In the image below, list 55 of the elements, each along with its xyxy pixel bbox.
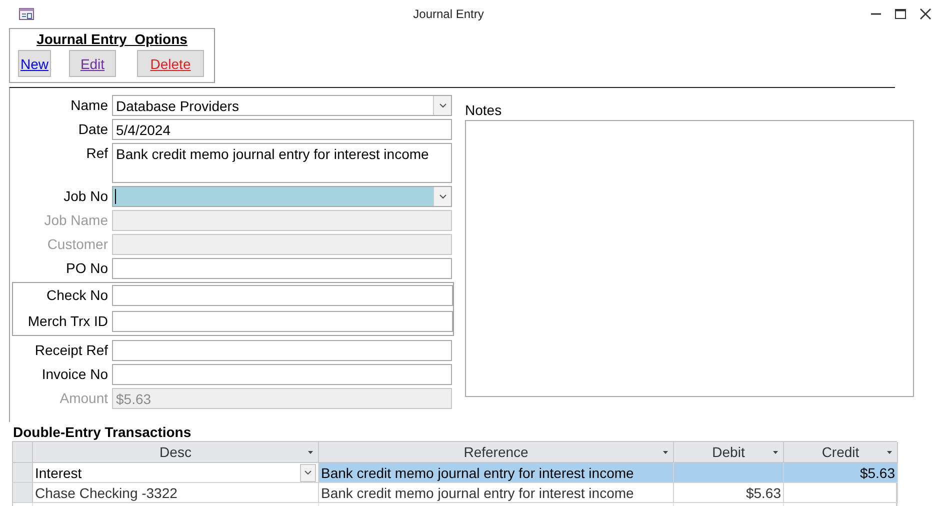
chevron-down-icon <box>438 101 448 110</box>
field-label: Ref <box>85 144 108 163</box>
maximize-icon[interactable] <box>895 8 906 20</box>
section-heading: Double-Entry Transactions <box>13 424 192 441</box>
input-field[interactable] <box>112 311 453 332</box>
field-label: Name <box>70 96 108 115</box>
delete-button[interactable]: Delete <box>137 50 204 77</box>
column-header[interactable]: Debit <box>674 442 784 463</box>
field-label: Customer <box>46 235 108 254</box>
field-label: Invoice No <box>40 365 108 384</box>
chevron-down-icon <box>303 468 313 477</box>
chevron-down-icon <box>438 192 448 201</box>
input-field[interactable] <box>112 364 452 385</box>
window-title: Journal Entry <box>412 7 485 21</box>
dropdown-button[interactable] <box>433 96 451 115</box>
memo-field[interactable]: Bank credit memo journal entry for interest income <box>112 143 452 183</box>
dropdown-button[interactable] <box>300 464 316 482</box>
sort-arrow-icon <box>308 451 313 454</box>
column-header[interactable]: Reference <box>319 442 674 463</box>
input-field[interactable]: 5/4/2024 <box>112 119 452 140</box>
table-cell: Bank credit memo journal entry for interest income <box>319 463 674 483</box>
notes-label: Notes <box>465 102 503 120</box>
column-header[interactable]: Credit <box>784 442 898 463</box>
row-selector[interactable] <box>13 463 33 483</box>
combo-box[interactable]: Database Providers <box>112 95 452 116</box>
field-label: Merch Trx ID <box>26 312 108 331</box>
field-label: Job Name <box>43 211 108 230</box>
table-cell: Bank credit memo journal entry for interest income <box>319 483 674 503</box>
table-cell: $5.63 <box>784 463 898 483</box>
dropdown-button[interactable] <box>433 187 451 206</box>
sort-arrow-icon <box>773 451 778 454</box>
sort-arrow-icon <box>663 451 668 454</box>
field-label: PO No <box>64 259 108 278</box>
edit-button[interactable]: Edit <box>69 50 116 77</box>
table-cell: $5.63 <box>674 483 784 503</box>
combo-box[interactable] <box>112 186 452 207</box>
sort-arrow-icon <box>887 451 892 454</box>
form-icon <box>19 8 34 20</box>
field-label: Date <box>77 120 108 139</box>
column-header[interactable]: Desc <box>33 442 319 463</box>
field-label: Amount <box>58 389 108 408</box>
input-field[interactable] <box>112 340 452 361</box>
close-icon[interactable] <box>920 8 931 20</box>
table-cell: Chase Checking -3322 <box>33 483 319 503</box>
field-label: Job No <box>62 187 108 206</box>
notes-field[interactable] <box>465 120 914 397</box>
options-heading: Journal Entry Options <box>36 31 188 47</box>
new-button[interactable]: New <box>18 50 51 77</box>
input-field[interactable] <box>112 258 452 279</box>
field-label: Receipt Ref <box>34 341 108 360</box>
input-field[interactable] <box>112 285 453 306</box>
row-selector[interactable] <box>13 483 33 503</box>
field-label: Check No <box>46 286 108 305</box>
table-cell: Interest <box>33 463 319 483</box>
select-all-corner[interactable] <box>13 442 33 463</box>
